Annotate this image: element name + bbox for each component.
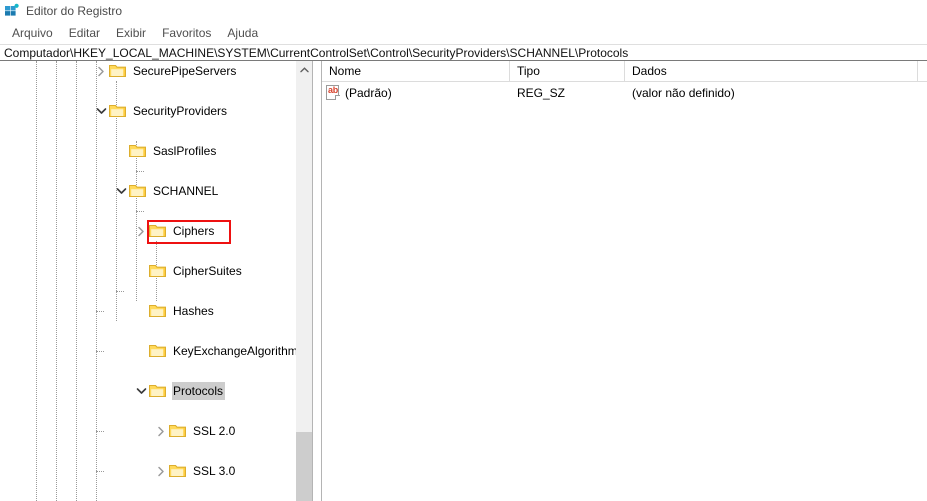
folder-icon xyxy=(109,104,126,118)
folder-icon xyxy=(149,224,166,238)
values-list: ab (Padrão) REG_SZ (valor não definido) xyxy=(322,82,927,103)
folder-icon xyxy=(129,144,146,158)
scroll-up-button[interactable] xyxy=(296,61,312,78)
tree-node-label: SecurityProviders xyxy=(133,104,228,118)
value-name-cell: ab (Padrão) xyxy=(322,85,510,101)
registry-values-pane[interactable]: Nome Tipo Dados ab (Padrão) REG_SZ (valor n… xyxy=(322,61,927,501)
tree-node-ssl-3-0[interactable]: SSL 3.0 xyxy=(0,461,296,481)
tree-node-label: CipherSuites xyxy=(173,264,242,278)
folder-icon xyxy=(149,384,166,398)
folder-icon xyxy=(149,304,166,318)
tree-node-label: Ciphers xyxy=(173,224,215,238)
tree-guide-stub xyxy=(136,171,144,172)
string-value-icon: ab xyxy=(326,85,340,100)
registry-path: Computador\HKEY_LOCAL_MACHINE\SYSTEM\Cur… xyxy=(4,46,629,60)
tree-node-label: SSL 2.0 xyxy=(193,424,236,438)
column-header-tipo[interactable]: Tipo xyxy=(510,61,625,81)
tree-node-label: SecurePipeServers xyxy=(133,64,237,78)
menu-item-favoritos[interactable]: Favoritos xyxy=(154,23,219,43)
value-name: (Padrão) xyxy=(345,85,392,100)
tree-node-label: SSL 3.0 xyxy=(193,464,236,478)
folder-icon xyxy=(129,184,146,198)
chevron-right-icon[interactable] xyxy=(93,61,109,81)
tree-node-label: SCHANNEL xyxy=(153,184,219,198)
registry-editor-icon xyxy=(4,3,20,19)
folder-icon xyxy=(169,424,186,438)
column-header-dados[interactable]: Dados xyxy=(625,61,918,81)
chevron-right-icon[interactable] xyxy=(153,421,169,441)
tree-vertical-scrollbar[interactable] xyxy=(296,61,312,501)
value-type-cell: REG_SZ xyxy=(517,85,566,100)
chevron-right-icon[interactable] xyxy=(133,221,149,241)
tree-node-stub xyxy=(133,341,149,361)
chevron-down-icon[interactable] xyxy=(93,101,109,121)
chevron-down-icon[interactable] xyxy=(113,181,129,201)
registry-tree: SecurePipeServers SecurityProviders SaslPr… xyxy=(0,61,296,501)
folder-icon xyxy=(149,344,166,358)
tree-node-label: Hashes xyxy=(173,304,214,318)
tree-node-stub xyxy=(133,261,149,281)
tree-guide-stub xyxy=(116,291,124,292)
chevron-right-icon[interactable] xyxy=(153,461,169,481)
tree-node-label: SaslProfiles xyxy=(153,144,217,158)
registry-tree-pane[interactable]: SecurePipeServers SecurityProviders SaslPr… xyxy=(0,61,296,501)
tree-node-ciphers[interactable]: Ciphers xyxy=(0,221,296,241)
folder-icon xyxy=(149,264,166,278)
tree-node-stub xyxy=(133,301,149,321)
address-bar[interactable]: Computador\HKEY_LOCAL_MACHINE\SYSTEM\Cur… xyxy=(0,44,927,61)
menu-item-ajuda[interactable]: Ajuda xyxy=(219,23,266,43)
tree-node-label: Protocols xyxy=(172,382,226,400)
column-header-nome[interactable]: Nome xyxy=(322,61,510,81)
folder-icon xyxy=(169,464,186,478)
values-column-headers: Nome Tipo Dados xyxy=(322,61,927,82)
tree-node-schannel[interactable]: SCHANNEL xyxy=(0,181,296,201)
title-bar: Editor do Registro xyxy=(0,0,927,22)
menu-bar: Arquivo Editar Exibir Favoritos Ajuda xyxy=(0,22,927,44)
registry-editor-window: Editor do Registro Arquivo Editar Exibir… xyxy=(0,0,927,501)
menu-item-arquivo[interactable]: Arquivo xyxy=(4,23,61,43)
scrollbar-thumb[interactable] xyxy=(296,432,312,501)
window-title: Editor do Registro xyxy=(26,4,123,18)
chevron-down-icon[interactable] xyxy=(133,381,149,401)
value-data-cell: (valor não definido) xyxy=(632,85,735,100)
tree-node-hashes[interactable]: Hashes xyxy=(0,301,296,321)
tree-node-protocols[interactable]: Protocols xyxy=(0,381,296,401)
pane-splitter[interactable] xyxy=(312,61,322,501)
tree-node-securepipeservers[interactable]: SecurePipeServers xyxy=(0,61,296,81)
tree-node-label: KeyExchangeAlgorithms xyxy=(173,344,296,358)
tree-node-ssl-2-0[interactable]: SSL 2.0 xyxy=(0,421,296,441)
menu-item-exibir[interactable]: Exibir xyxy=(108,23,154,43)
tree-node-saslprofiles[interactable]: SaslProfiles xyxy=(0,141,296,161)
tree-node-stub xyxy=(113,141,129,161)
menu-item-editar[interactable]: Editar xyxy=(61,23,108,43)
folder-icon xyxy=(109,64,126,78)
panes-container: SecurePipeServers SecurityProviders SaslPr… xyxy=(0,61,927,501)
tree-guide-stub xyxy=(136,211,144,212)
tree-node-keyexchangealgorithms[interactable]: KeyExchangeAlgorithms xyxy=(0,341,296,361)
tree-node-ciphersuites[interactable]: CipherSuites xyxy=(0,261,296,281)
value-row[interactable]: ab (Padrão) REG_SZ (valor não definido) xyxy=(322,82,927,103)
tree-node-securityproviders[interactable]: SecurityProviders xyxy=(0,101,296,121)
